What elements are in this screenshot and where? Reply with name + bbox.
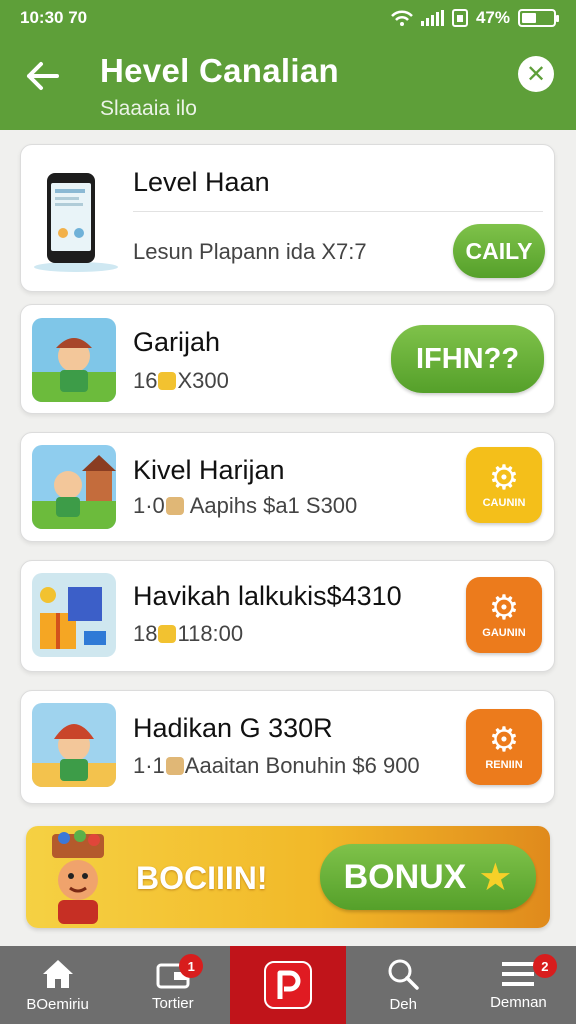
star-icon: ★ [478, 856, 513, 899]
list-item[interactable]: Level Haan Lesun Plapann ida X7:7 CAILY [20, 144, 555, 292]
coin-icon [158, 625, 177, 643]
battery-percent: 47% [475, 8, 510, 27]
phone-thumbnail [31, 163, 121, 273]
battery-icon [518, 9, 559, 27]
bonus-banner[interactable]: BOCIIIN! BONUX ★ [26, 826, 550, 928]
coin-icon [165, 757, 184, 775]
back-arrow-icon[interactable] [20, 52, 64, 100]
nav-item-menu[interactable]: Demnan 2 [461, 946, 576, 1024]
list-item[interactable]: Garijah 16 X300 IFHN?? [20, 304, 555, 414]
boy-house-thumbnail [32, 445, 116, 529]
boy-helmet-thumbnail [32, 703, 116, 787]
notification-badge: 2 [532, 954, 557, 978]
list-item[interactable]: Havikah lalkukis$4310 18 118:00 ⚙ GAUNIN [20, 560, 555, 672]
gear-icon: ⚙ [488, 459, 520, 497]
p-logo-icon [264, 961, 312, 1009]
gifts-thumbnail [32, 573, 116, 657]
card-subtitle: 1·1 Aaaitan Bonuhin $6 900 [133, 753, 420, 778]
close-icon[interactable]: ✕ [518, 56, 554, 92]
search-icon [388, 959, 419, 990]
mascot-icon [52, 830, 104, 924]
status-icons: 47% [391, 8, 559, 28]
nav-item-search[interactable]: Deh [346, 946, 461, 1024]
card-divider [133, 211, 543, 212]
card-subtitle: Lesun Plapann ida X7:7 [133, 239, 367, 264]
app-header: 10:30 70 47% Hevel Canalian Slaaaia ilo … [0, 0, 576, 130]
card-subtitle: 18 118:00 [133, 621, 244, 646]
boy-thumbnail [32, 318, 116, 402]
sim-icon [451, 9, 468, 27]
nav-label: Deh [389, 995, 417, 1013]
notification-badge: 1 [179, 954, 204, 978]
card-title: Kivel Harijan [133, 455, 285, 485]
list-item[interactable]: Hadikan G 330R 1·1 Aaaitan Bonuhin $6 900… [20, 690, 555, 804]
list-item[interactable]: Kivel Harijan 1·0 Aapihs $a1 S300 ⚙ CAUN… [20, 432, 555, 542]
reniin-button[interactable]: ⚙ RENIIN [466, 709, 542, 785]
signal-icon [420, 10, 444, 26]
gear-icon: ⚙ [488, 589, 520, 627]
banner-text: BOCIIIN! [136, 860, 268, 896]
caunin-button[interactable]: ⚙ CAUNIN [466, 447, 542, 523]
bottom-nav: BOemiriu Tortier 1 Deh Demnan 2 [0, 946, 576, 1024]
page-title: Hevel Canalian [100, 52, 339, 89]
card-title: Level Haan [133, 167, 270, 197]
nav-item-home[interactable]: BOemiriu [0, 946, 115, 1024]
card-title: Garijah [133, 327, 221, 357]
nav-label: Demnan [490, 993, 547, 1011]
menu-icon [502, 961, 535, 986]
card-title: Hadikan G 330R [133, 713, 333, 743]
coin-icon [158, 372, 177, 390]
ifhn-button[interactable]: IFHN?? [391, 325, 544, 393]
battery-level [522, 13, 537, 23]
status-bar: 10:30 70 47% [0, 0, 576, 36]
nav-label: Tortier [151, 994, 194, 1012]
gaunin-button[interactable]: ⚙ GAUNIN [466, 577, 542, 653]
home-icon [42, 959, 73, 988]
card-subtitle: 16 X300 [133, 368, 229, 393]
nav-item-center[interactable] [230, 946, 346, 1024]
caily-button[interactable]: CAILY [453, 224, 545, 278]
nav-item-tortier[interactable]: Tortier 1 [115, 946, 230, 1024]
coin-icon [165, 497, 184, 515]
wifi-icon [391, 10, 413, 26]
bonus-button[interactable]: BONUX ★ [320, 844, 536, 910]
card-subtitle: 1·0 Aapihs $a1 S300 [133, 493, 358, 518]
gear-icon: ⚙ [488, 721, 520, 759]
nav-label: BOemiriu [26, 995, 89, 1013]
page-subtitle: Slaaaia ilo [100, 97, 197, 120]
card-title: Havikah lalkukis$4310 [133, 581, 402, 611]
status-time: 10:30 70 [20, 8, 88, 27]
